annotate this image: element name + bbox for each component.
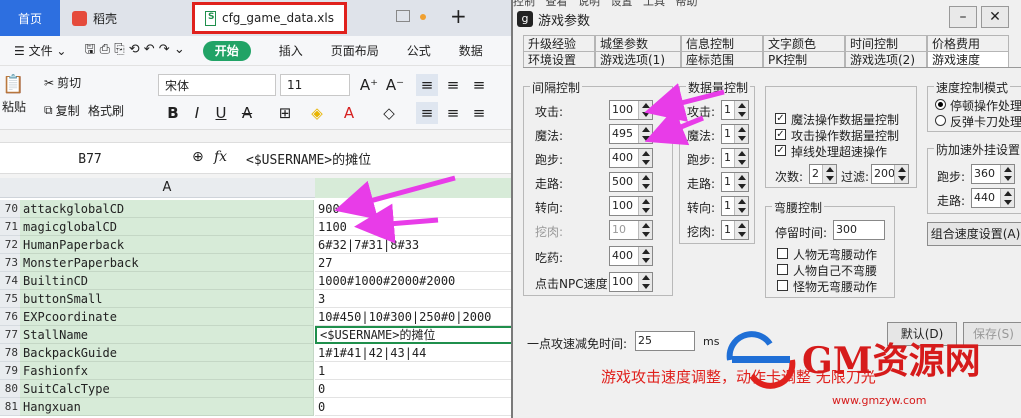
watermark-url: www.gmzyw.com (832, 394, 927, 407)
arrow-attack-field (644, 83, 725, 122)
watermark-brand: GM资源网 (802, 340, 981, 382)
arrow-magic-field (644, 108, 704, 146)
watermark: GM资源网 www.gmzyw.com (722, 322, 1021, 418)
arrow-attackcd (334, 175, 456, 220)
gm-logo-icon (726, 331, 796, 389)
arrow-magiccd (354, 203, 439, 244)
